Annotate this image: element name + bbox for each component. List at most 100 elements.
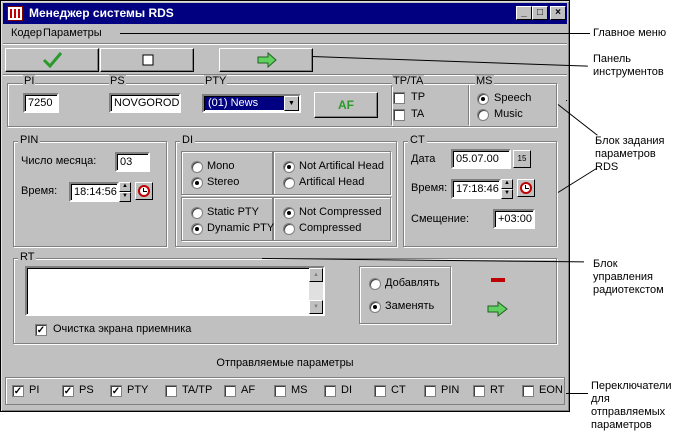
send-di-checkbox[interactable] <box>324 385 336 397</box>
send-ps-label: PS <box>79 384 94 396</box>
callout-line-switches <box>566 393 588 394</box>
square-icon <box>142 54 154 66</box>
pin-day-label: Число месяца: <box>21 155 97 167</box>
menu-coder[interactable]: Кодер <box>11 27 42 39</box>
send-af-checkbox[interactable] <box>224 385 236 397</box>
clear-screen-label: Очистка экрана приемника <box>53 323 192 335</box>
ct-date-input[interactable]: 05.07.00 <box>451 149 511 169</box>
speech-label: Speech <box>494 92 532 104</box>
pin-day-input[interactable]: 03 <box>115 152 150 172</box>
ps-title: PS <box>109 75 126 87</box>
music-radio[interactable] <box>477 109 489 121</box>
rt-scrollbar[interactable]: ▲ ▼ <box>309 268 323 314</box>
rt-textarea[interactable]: ▲ ▼ <box>25 266 325 316</box>
send-pty-label: PTY <box>127 384 149 396</box>
send-pi-label: PI <box>29 384 40 396</box>
send-tatp-checkbox[interactable] <box>165 385 177 397</box>
ms-divider <box>468 85 470 126</box>
append-radio[interactable] <box>369 278 381 290</box>
send-pi-checkbox[interactable]: ✓ <box>12 385 24 397</box>
annotation-rds-1: Блок задания <box>595 135 665 147</box>
annotation-rds-2: параметров <box>595 148 656 160</box>
stereo-label: Stereo <box>207 176 240 188</box>
pty-select[interactable]: (01) News ▼ <box>202 94 301 113</box>
replace-radio[interactable] <box>369 301 381 313</box>
append-label: Добавлять <box>385 277 440 289</box>
ct-time-stepper[interactable]: ▲ ▼ <box>501 179 513 199</box>
ta-label: TA <box>411 108 425 120</box>
mono-radio[interactable] <box>191 161 203 173</box>
stereo-radio[interactable] <box>191 177 203 189</box>
not-artifical-head-radio[interactable] <box>283 161 295 173</box>
send-params-label: Отправляемые параметры <box>216 357 354 369</box>
send-ps-checkbox[interactable]: ✓ <box>62 385 74 397</box>
close-button[interactable]: × <box>550 6 566 20</box>
pi-title: PI <box>23 75 36 87</box>
dynamic-pty-radio[interactable] <box>191 223 203 235</box>
ps-input[interactable]: NOVGOROD <box>109 93 181 113</box>
pin-time-label: Время: <box>21 185 58 197</box>
annotation-switches-3: отправляемых <box>591 406 666 418</box>
send-pty-checkbox[interactable]: ✓ <box>110 385 122 397</box>
calendar-icon[interactable]: 15 <box>513 150 531 168</box>
pi-input[interactable]: 7250 <box>23 93 59 113</box>
window-title: Менеджер системы RDS <box>29 6 174 20</box>
af-label: AF <box>338 98 354 112</box>
pin-time-stepper[interactable]: ▲ ▼ <box>119 182 131 202</box>
pin-time-input[interactable]: 18:14:56 <box>69 182 119 202</box>
send-pin-checkbox[interactable] <box>424 385 436 397</box>
send-pin-label: PIN <box>441 384 460 396</box>
callout-line-menu <box>120 33 590 34</box>
send-tatp-label: TA/TP <box>182 384 213 396</box>
clear-screen-checkbox[interactable]: ✓ <box>35 324 47 336</box>
ta-checkbox[interactable] <box>393 109 405 121</box>
arrow-right-icon <box>257 51 277 69</box>
not-artifical-head-label: Not Artifical Head <box>299 160 384 172</box>
rt-send-arrow-icon[interactable] <box>486 301 510 317</box>
mono-label: Mono <box>207 160 235 172</box>
minimize-button[interactable]: _ <box>516 6 532 20</box>
ct-time-label: Время: <box>411 182 448 194</box>
af-button[interactable]: AF <box>314 92 378 118</box>
send-eon-checkbox[interactable] <box>522 385 534 397</box>
ct-time-input[interactable]: 17:18:46 <box>451 179 501 199</box>
annotation-toolbar-2: инструментов <box>593 66 664 78</box>
send-ct-checkbox[interactable] <box>374 385 386 397</box>
rt-mode-cell <box>359 266 451 324</box>
send-ct-label: CT <box>391 384 406 396</box>
annotation-main-menu: Главное меню <box>593 27 667 39</box>
pin-clock-icon[interactable] <box>135 182 153 200</box>
tp-checkbox[interactable] <box>393 92 405 104</box>
speech-radio[interactable] <box>477 93 489 105</box>
compressed-radio[interactable] <box>283 223 295 235</box>
annotation-toolbar-1: Панель <box>593 53 632 65</box>
not-compressed-radio[interactable] <box>283 207 295 219</box>
menu-params[interactable]: Параметры <box>43 27 102 39</box>
tpta-title: TP/TA <box>392 75 425 87</box>
annotation-switches-4: параметров <box>591 419 652 431</box>
maximize-button[interactable]: □ <box>532 6 548 20</box>
send-ms-label: MS <box>291 384 308 396</box>
annotation-switches-2: для <box>591 393 610 405</box>
send-rt-checkbox[interactable] <box>473 385 485 397</box>
di-title: DI <box>180 134 195 146</box>
stop-button[interactable] <box>100 48 194 72</box>
minus-icon[interactable] <box>491 278 505 282</box>
static-pty-radio[interactable] <box>191 207 203 219</box>
ct-clock-icon[interactable] <box>517 179 535 197</box>
music-label: Music <box>494 108 523 120</box>
pin-title: PIN <box>18 134 41 146</box>
compressed-label: Compressed <box>299 222 362 234</box>
checkmark-icon <box>42 52 63 69</box>
ct-offset-input[interactable]: +03:00 <box>493 209 535 229</box>
not-compressed-label: Not Compressed <box>299 206 382 218</box>
apply-button[interactable] <box>5 48 99 72</box>
artifical-head-radio[interactable] <box>283 177 295 189</box>
chevron-down-icon[interactable]: ▼ <box>284 96 299 111</box>
title-bar[interactable]: Менеджер системы RDS _ □ × <box>3 3 567 24</box>
send-af-label: AF <box>241 384 256 396</box>
ms-title: MS <box>475 75 494 87</box>
send-button[interactable] <box>219 48 313 72</box>
annotation-rt-3: радиотекстом <box>593 284 664 296</box>
send-ms-checkbox[interactable] <box>274 385 286 397</box>
